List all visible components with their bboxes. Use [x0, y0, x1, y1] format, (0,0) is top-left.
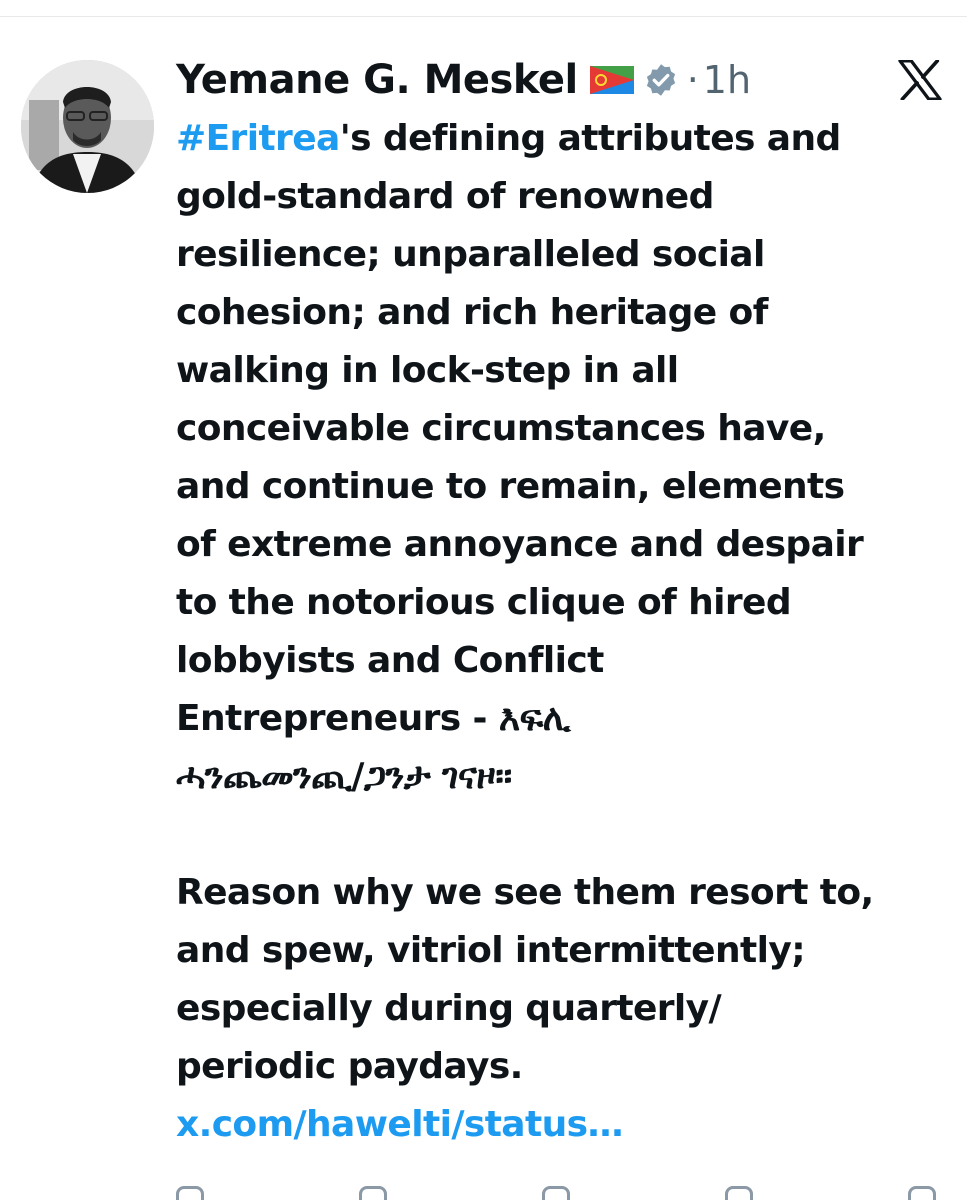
tweet-text: #Eritrea's defining attributes and gold-…	[176, 110, 956, 1154]
tweet-line: and continue to remain, elements	[176, 466, 845, 507]
tweet-line: resilience; unparalleled social	[176, 234, 765, 275]
tweet-line-1: #Eritrea's defining attributes and	[176, 110, 956, 168]
status-link[interactable]: x.com/hawelti/status…	[176, 1096, 956, 1154]
header-separator: ·	[686, 58, 699, 102]
share-icon[interactable]	[908, 1186, 936, 1200]
avatar-photo	[21, 60, 154, 193]
tweet-line: ሓንጨመንጪ/ጋንታ ገናዞ።	[176, 756, 512, 797]
x-logo-icon	[898, 59, 942, 101]
tweet-line: to the notorious clique of hired	[176, 582, 792, 623]
post-time[interactable]: 1h	[703, 58, 751, 102]
views-icon[interactable]	[725, 1186, 753, 1200]
paragraph-break	[176, 806, 956, 864]
tweet-line: gold-standard of renowned	[176, 176, 714, 217]
author-avatar[interactable]	[21, 60, 154, 193]
tweet-line: lobbyists and Conflict	[176, 640, 604, 681]
action-bar	[176, 1186, 936, 1200]
eritrea-flag-icon	[589, 66, 634, 94]
verified-badge-icon	[643, 62, 679, 98]
tweet-line: cohesion; and rich heritage of	[176, 292, 768, 333]
reply-icon[interactable]	[176, 1186, 204, 1200]
hashtag-link[interactable]: #Eritrea	[176, 118, 340, 159]
tweet-line: conceivable circumstances have,	[176, 408, 826, 449]
like-icon[interactable]	[542, 1186, 570, 1200]
top-divider	[0, 16, 967, 17]
tweet-line: and spew, vitriol intermittently;	[176, 930, 806, 971]
tweet-line: periodic paydays.	[176, 1046, 523, 1087]
tweet-line: especially during quarterly/	[176, 988, 722, 1029]
repost-icon[interactable]	[359, 1186, 387, 1200]
tweet-header: Yemane G. Meskel · 1h	[176, 52, 751, 108]
tweet-line-text: 's defining attributes and	[339, 118, 842, 159]
tweet-line: Entrepreneurs - እፍሊ	[176, 698, 571, 739]
author-display-name[interactable]: Yemane G. Meskel	[176, 57, 578, 103]
tweet-line: walking in lock-step in all	[176, 350, 679, 391]
tweet-line: of extreme annoyance and despair	[176, 524, 864, 565]
tweet-line: Reason why we see them resort to,	[176, 872, 874, 913]
